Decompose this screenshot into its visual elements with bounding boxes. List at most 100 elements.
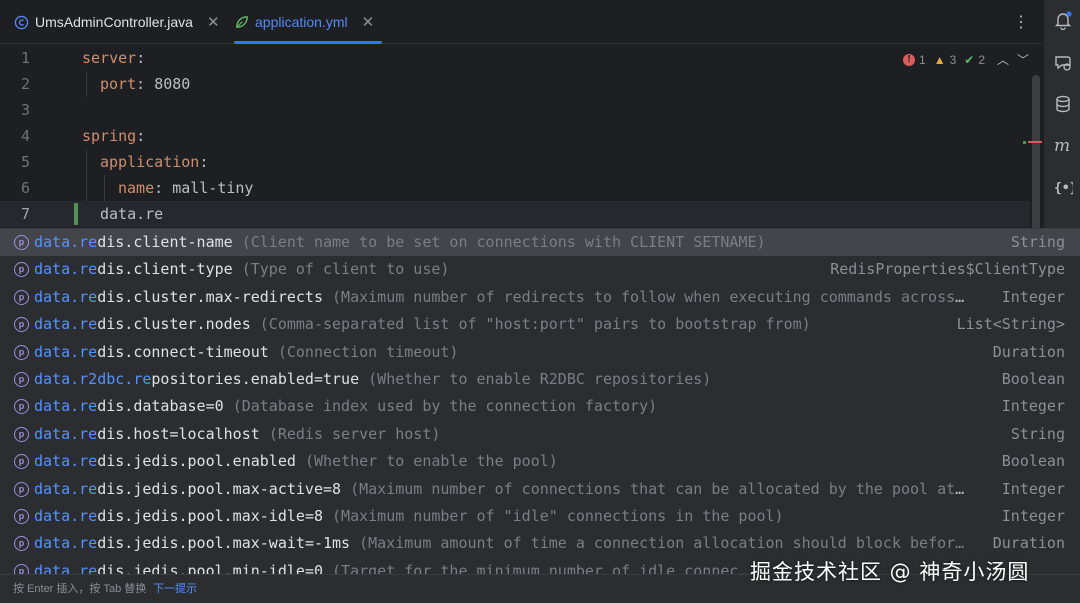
property-name-rest: dis.jedis.pool.max-wait — [97, 534, 305, 553]
database-icon[interactable] — [1053, 94, 1073, 114]
default-value: =8 — [304, 507, 323, 525]
completion-item[interactable]: p data.redis.jedis.pool.max-wait=-1ms (Ma… — [0, 530, 1080, 557]
property-name-rest: dis.cluster.nodes — [97, 315, 251, 334]
completion-item[interactable]: p data.redis.host=localhost (Redis server… — [0, 421, 1080, 448]
completion-item[interactable]: p data.redis.jedis.pool.max-idle=8 (Maxim… — [0, 503, 1080, 530]
completion-text: data.redis.jedis.pool.enabled (Whether t… — [34, 448, 970, 475]
notifications-bell-icon[interactable] — [1053, 10, 1073, 30]
property-name-rest: dis.connect-timeout — [97, 342, 269, 361]
next-tip-link[interactable]: 下一提示 — [153, 575, 197, 603]
property-type: String — [1010, 424, 1065, 443]
typed-text: data.re — [100, 205, 164, 223]
error-stripe-mark[interactable] — [1028, 141, 1042, 143]
completion-text: data.r2dbc.repositories.enabled=true (Wh… — [34, 366, 970, 393]
tab-application-yml[interactable]: application.yml ✕ — [234, 0, 382, 44]
completion-item[interactable]: p data.redis.cluster.max-redirects (Maxim… — [0, 284, 1080, 311]
match-fragment: re — [79, 315, 98, 334]
property-name-rest: dis.database — [97, 397, 206, 416]
property-type: Integer — [1001, 397, 1065, 416]
inspections-widget[interactable]: ! 1 ▲ 3 ✔ 2 ︿ ﹀ — [903, 51, 1029, 68]
property-icon: p — [14, 399, 29, 415]
property-description: (Maximum number of connections that can … — [350, 479, 970, 498]
indent-guide — [86, 175, 87, 201]
yaml-separator: : — [136, 49, 146, 67]
tab-ums-admin-controller[interactable]: UmsAdminController.java ✕ — [14, 0, 220, 44]
yaml-key: application — [100, 153, 200, 171]
completion-text: data.redis.jedis.pool.max-idle=8 (Maximu… — [34, 503, 970, 530]
line-number: 4 — [20, 127, 30, 145]
default-value: =localhost — [169, 424, 260, 443]
match-fragment: re — [133, 370, 152, 388]
close-icon[interactable]: ✕ — [362, 13, 375, 31]
property-type: List<String> — [956, 315, 1065, 334]
code-line: 5 application: — [0, 149, 1030, 175]
property-icon: p — [14, 289, 29, 305]
change-stripe-mark — [1023, 141, 1026, 144]
match-prefix: data. — [34, 452, 80, 471]
match-fragment: re — [79, 397, 98, 416]
default-value: =0 — [205, 397, 224, 416]
completion-item[interactable]: p data.r2dbc.repositories.enabled=true (W… — [0, 366, 1080, 393]
property-description: (Maximum amount of time a connection all… — [359, 534, 965, 553]
close-icon[interactable]: ✕ — [207, 13, 220, 31]
indent-guide — [86, 71, 87, 97]
property-description: (Type of client to use) — [241, 260, 450, 279]
match-prefix: data. — [34, 233, 80, 251]
code-line: 6 name: mall-tiny — [0, 175, 1030, 201]
weak-warning-count: 2 — [978, 52, 986, 67]
property-type: String — [1010, 233, 1065, 251]
line-number: 5 — [20, 153, 30, 171]
property-description: (Database index used by the connection f… — [232, 397, 658, 416]
completion-item[interactable]: p data.redis.connect-timeout (Connection … — [0, 339, 1080, 366]
completion-item[interactable]: p data.redis.cluster.nodes (Comma-separat… — [0, 311, 1080, 338]
match-fragment: re — [79, 233, 98, 251]
match-prefix: data. — [34, 342, 80, 361]
property-icon: p — [14, 481, 29, 497]
maven-icon[interactable]: m — [1053, 135, 1073, 155]
indent-guide — [86, 149, 87, 175]
ai-assistant-icon[interactable] — [1053, 53, 1073, 73]
yaml-separator: : — [136, 75, 155, 93]
default-value: =true — [313, 370, 360, 388]
property-icon: p — [14, 235, 29, 250]
yaml-value: mall-tiny — [172, 179, 254, 197]
json-helper-icon[interactable]: {•} — [1053, 177, 1073, 197]
property-icon: p — [14, 536, 29, 552]
property-type: Integer — [1001, 287, 1065, 306]
completion-text: data.redis.jedis.pool.max-wait=-1ms (Max… — [34, 530, 970, 557]
chevron-down-icon[interactable]: ﹀ — [1017, 51, 1029, 68]
more-tabs-icon[interactable]: ⋮ — [1013, 12, 1029, 32]
code-completion-popup: p data.redis.client-name (Client name to … — [0, 228, 1080, 603]
match-prefix: data. — [34, 424, 80, 443]
line-number: 2 — [20, 75, 30, 93]
property-name-rest: dis.jedis.pool.enabled — [97, 452, 296, 471]
property-description: (Maximum number of "idle" connections in… — [332, 507, 784, 525]
yaml-key: server — [82, 49, 137, 67]
property-type: Duration — [992, 342, 1065, 361]
match-prefix: data. — [34, 397, 80, 416]
property-description: (Whether to enable the pool) — [304, 452, 558, 471]
completion-text: data.redis.database=0 (Database index us… — [34, 393, 970, 420]
completion-text: data.redis.cluster.nodes (Comma-separate… — [34, 311, 970, 338]
editor-scrollbar[interactable] — [1032, 75, 1040, 230]
property-icon: p — [14, 509, 29, 524]
completion-item[interactable]: p data.redis.database=0 (Database index u… — [0, 393, 1080, 420]
match-fragment: re — [79, 342, 98, 361]
completion-text: data.redis.client-name (Client name to b… — [34, 229, 970, 256]
property-icon: p — [14, 262, 29, 278]
property-icon: p — [14, 426, 29, 442]
completion-item[interactable]: p data.redis.client-name (Client name to … — [0, 229, 1080, 257]
property-name-rest: dis.host — [97, 424, 170, 443]
completion-item[interactable]: p data.redis.jedis.pool.enabled (Whether … — [0, 448, 1080, 475]
property-description: (Whether to enable R2DBC repositories) — [368, 370, 712, 388]
yaml-separator: : — [199, 153, 209, 171]
line-number: 3 — [20, 101, 30, 119]
property-name-rest: dis.client-name — [97, 233, 233, 251]
match-fragment: re — [79, 452, 98, 471]
property-type: Integer — [1001, 479, 1065, 498]
completion-item[interactable]: p data.redis.jedis.pool.max-active=8 (Max… — [0, 476, 1080, 503]
chevron-up-icon[interactable]: ︿ — [997, 51, 1009, 68]
completion-item[interactable]: p data.redis.client-type (Type of client … — [0, 256, 1080, 283]
match-prefix: data. — [34, 507, 80, 525]
code-line: 4 spring: — [0, 123, 1030, 149]
